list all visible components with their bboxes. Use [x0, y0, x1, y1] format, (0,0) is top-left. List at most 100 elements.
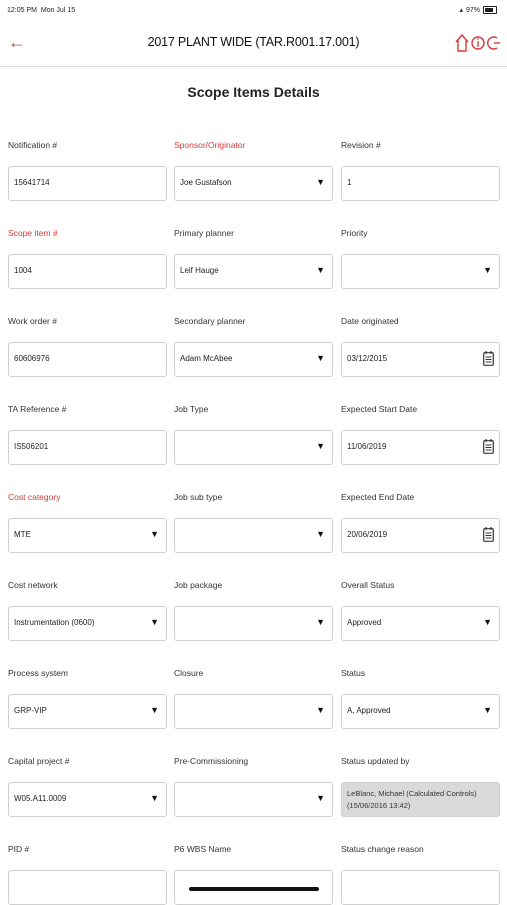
capital-project-field: Capital project # W05.A11.0009 ▼	[8, 756, 167, 817]
dropdown-arrow-icon: ▼	[316, 177, 325, 187]
expected-end-input[interactable]: 20/06/2019	[341, 518, 500, 553]
dropdown-arrow-icon: ▼	[150, 617, 159, 627]
dropdown-arrow-icon: ▼	[316, 617, 325, 627]
primary-planner-label: Primary planner	[174, 228, 234, 238]
calendar-icon[interactable]	[483, 439, 494, 459]
dropdown-arrow-icon: ▼	[150, 705, 159, 715]
home-indicator[interactable]	[189, 887, 319, 891]
pre-commissioning-label: Pre-Commissioning	[174, 756, 249, 766]
process-system-select[interactable]: GRP-VIP ▼	[8, 694, 167, 729]
status-right: ▴ 97%	[459, 6, 497, 14]
battery-percent: 97%	[465, 6, 480, 14]
pre-commissioning-select[interactable]: ▼	[174, 782, 333, 817]
ta-reference-field: TA Reference # IS506201	[8, 404, 167, 465]
logout-icon[interactable]	[487, 31, 501, 53]
overall-status-select[interactable]: Approved ▼	[341, 606, 500, 641]
cost-category-field: Cost category MTE ▼	[8, 492, 167, 553]
status-change-reason-label: Status change reason	[341, 844, 424, 854]
status-updated-by-input: LeBlanc, Michael (Calculated Controls)(1…	[341, 782, 500, 817]
dropdown-arrow-icon: ▼	[483, 265, 492, 275]
revision-input[interactable]: 1	[341, 166, 500, 201]
work-order-field: Work order # 60606976	[8, 316, 167, 377]
nav-bar: ← 2017 PLANT WIDE (TAR.R001.17.001)	[0, 22, 507, 67]
priority-select[interactable]: ▼	[341, 254, 500, 289]
home-icon[interactable]	[455, 31, 469, 53]
job-sub-type-label: Job sub type	[174, 492, 223, 502]
sponsor-field: Sponsor/Originator Joe Gustafson ▼	[174, 140, 333, 201]
job-type-label: Job Type	[174, 404, 209, 414]
dropdown-arrow-icon: ▼	[150, 529, 159, 539]
cost-category-label: Cost category	[8, 492, 61, 502]
p6-wbs-field: P6 WBS Name	[174, 844, 333, 905]
status-bar: 12:05 PM Mon Jul 15 ▴ 97%	[0, 0, 507, 22]
closure-label: Closure	[174, 668, 204, 678]
status-label: Status	[341, 668, 366, 678]
notification-field: Notification # 15641714	[8, 140, 167, 201]
capital-project-label: Capital project #	[8, 756, 70, 766]
overall-status-field: Overall Status Approved ▼	[341, 580, 500, 641]
dropdown-arrow-icon: ▼	[150, 793, 159, 803]
status-time: 12:05 PM Mon Jul 15	[7, 7, 76, 14]
secondary-planner-select[interactable]: Adam McAbee ▼	[174, 342, 333, 377]
process-system-field: Process system GRP-VIP ▼	[8, 668, 167, 729]
sponsor-select[interactable]: Joe Gustafson ▼	[174, 166, 333, 201]
job-package-select[interactable]: ▼	[174, 606, 333, 641]
ta-reference-input[interactable]: IS506201	[8, 430, 167, 465]
back-arrow-icon[interactable]: ←	[8, 32, 28, 52]
revision-label: Revision #	[341, 140, 381, 150]
dropdown-arrow-icon: ▼	[316, 529, 325, 539]
cost-network-select[interactable]: Instrumentation (0600) ▼	[8, 606, 167, 641]
work-order-input[interactable]: 60606976	[8, 342, 167, 377]
p6-wbs-label: P6 WBS Name	[174, 844, 232, 854]
date-originated-input[interactable]: 03/12/2015	[341, 342, 500, 377]
sponsor-label: Sponsor/Originator	[174, 140, 246, 150]
status-select[interactable]: A, Approved ▼	[341, 694, 500, 729]
priority-label: Priority	[341, 228, 368, 238]
notification-label: Notification #	[8, 140, 58, 150]
revision-field: Revision # 1	[341, 140, 500, 201]
wifi-icon: ▴	[459, 7, 463, 14]
pre-commissioning-field: Pre-Commissioning ▼	[174, 756, 333, 817]
job-type-select[interactable]: ▼	[174, 430, 333, 465]
cost-network-label: Cost network	[8, 580, 58, 590]
date-originated-label: Date originated	[341, 316, 399, 326]
job-sub-type-select[interactable]: ▼	[174, 518, 333, 553]
expected-end-field: Expected End Date 20/06/2019	[341, 492, 500, 553]
primary-planner-select[interactable]: Leif Hauge ▼	[174, 254, 333, 289]
notification-input[interactable]: 15641714	[8, 166, 167, 201]
overall-status-label: Overall Status	[341, 580, 395, 590]
scope-item-input[interactable]: 1004	[8, 254, 167, 289]
dropdown-arrow-icon: ▼	[483, 705, 492, 715]
battery-icon	[483, 6, 497, 14]
dropdown-arrow-icon: ▼	[316, 353, 325, 363]
cost-category-select[interactable]: MTE ▼	[8, 518, 167, 553]
calendar-icon[interactable]	[483, 351, 494, 371]
info-icon[interactable]	[471, 31, 485, 53]
dropdown-arrow-icon: ▼	[316, 265, 325, 275]
secondary-planner-field: Secondary planner Adam McAbee ▼	[174, 316, 333, 377]
primary-planner-field: Primary planner Leif Hauge ▼	[174, 228, 333, 289]
secondary-planner-label: Secondary planner	[174, 316, 246, 326]
dropdown-arrow-icon: ▼	[483, 617, 492, 627]
job-type-field: Job Type ▼	[174, 404, 333, 465]
dropdown-arrow-icon: ▼	[316, 793, 325, 803]
expected-start-input[interactable]: 11/06/2019	[341, 430, 500, 465]
dropdown-arrow-icon: ▼	[316, 705, 325, 715]
date-originated-field: Date originated 03/12/2015	[341, 316, 500, 377]
work-order-label: Work order #	[8, 316, 57, 326]
priority-field: Priority ▼	[341, 228, 500, 289]
scope-item-field: Scope item # 1004	[8, 228, 167, 289]
scope-item-label: Scope item #	[8, 228, 58, 238]
dropdown-arrow-icon: ▼	[316, 441, 325, 451]
pid-label: PID #	[8, 844, 30, 854]
page-title: Scope Items Details	[187, 84, 320, 100]
capital-project-select[interactable]: W05.A11.0009 ▼	[8, 782, 167, 817]
status-field: Status A, Approved ▼	[341, 668, 500, 729]
closure-field: Closure ▼	[174, 668, 333, 729]
process-system-label: Process system	[8, 668, 68, 678]
closure-select[interactable]: ▼	[174, 694, 333, 729]
pid-field: PID #	[8, 844, 167, 905]
calendar-icon[interactable]	[483, 527, 494, 547]
nav-title: 2017 PLANT WIDE (TAR.R001.17.001)	[147, 35, 360, 49]
job-sub-type-field: Job sub type ▼	[174, 492, 333, 553]
